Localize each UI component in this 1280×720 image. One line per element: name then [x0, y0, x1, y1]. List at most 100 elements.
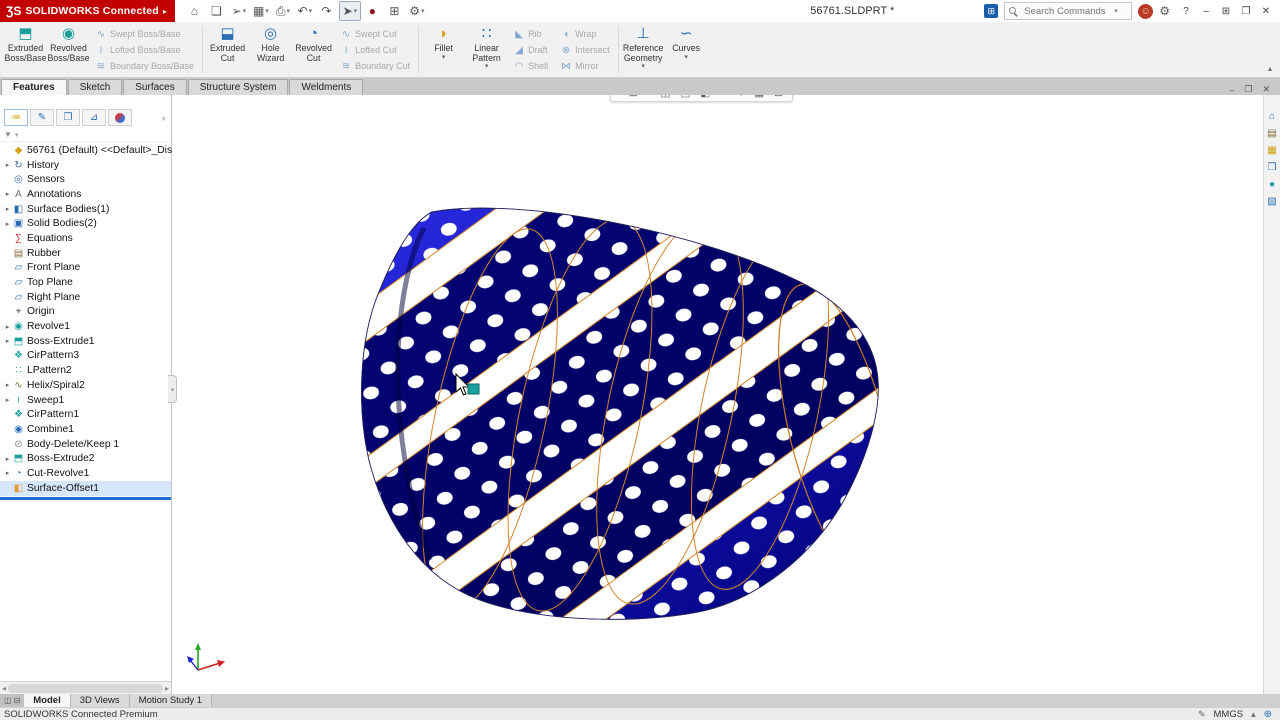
zoom-fit-icon[interactable]: ⌖	[616, 95, 623, 99]
fillet-button[interactable]: ◗ Fillet ▾	[422, 23, 465, 76]
panel-expand-button[interactable]: ›	[162, 113, 169, 123]
tree-item[interactable]: ▸ A Annotations	[0, 187, 171, 202]
rollback-bar[interactable]	[0, 497, 171, 500]
tree-item[interactable]: ▸ ⬒ Boss-Extrude2	[0, 451, 171, 466]
linear-pattern-caret-icon[interactable]: ▾	[485, 63, 489, 70]
select-tool-icon[interactable]: ➤▾	[339, 1, 361, 21]
settings-gear-icon[interactable]: ⚙	[1159, 4, 1170, 18]
tree-item[interactable]: ▱ Front Plane	[0, 261, 171, 276]
3dexperience-icon[interactable]: ⊞	[984, 4, 998, 18]
dimxpertmanager-tab-icon[interactable]: ⊿	[82, 109, 106, 126]
tab-structure-system[interactable]: Structure System	[188, 79, 289, 95]
tree-filter-row[interactable]: ▼ ▾	[0, 128, 171, 142]
expand-arrow-icon[interactable]: ▸	[3, 323, 12, 331]
scrollbar-thumb[interactable]	[8, 684, 163, 693]
extruded-boss-base-button[interactable]: ⬒ Extruded Boss/Base	[4, 23, 47, 76]
boundary-boss-base-button[interactable]: ≋ Boundary Boss/Base	[92, 59, 197, 73]
save-icon[interactable]: ▦▾	[251, 2, 271, 20]
tree-item[interactable]: ◆ 56761 (Default) <<Default>_Display Sta…	[0, 143, 171, 158]
view-orientation-icon[interactable]: ⬒▾	[680, 95, 694, 99]
search-commands-box[interactable]: ▾	[1004, 2, 1132, 20]
revolved-boss-base-button[interactable]: ◉ Revolved Boss/Base	[47, 23, 90, 76]
appearances-icon[interactable]: ●	[1269, 179, 1275, 191]
minimize-button[interactable]: –	[1196, 1, 1216, 21]
rib-button[interactable]: ◣ Rib	[510, 27, 551, 41]
view-settings-icon[interactable]: ⊟▾	[774, 95, 787, 99]
tree-item[interactable]: ❖ CirPattern1	[0, 407, 171, 422]
propertymanager-tab-icon[interactable]: ✎	[30, 109, 54, 126]
open-document-icon[interactable]: ➢▾	[229, 2, 249, 20]
swept-boss-base-button[interactable]: ∿ Swept Boss/Base	[92, 27, 197, 41]
user-avatar[interactable]: ☺	[1138, 4, 1153, 19]
tab-3d-views[interactable]: 3D Views	[71, 694, 130, 707]
tree-item[interactable]: ❖ CirPattern3	[0, 349, 171, 364]
expand-arrow-icon[interactable]: ▸	[3, 220, 12, 228]
reference-geometry-button[interactable]: ⊥ Reference Geometry ▾	[622, 23, 665, 76]
doc-minimize-button[interactable]: –	[1229, 85, 1234, 95]
tree-item[interactable]: ▸ ▣ Solid Bodies(2)	[0, 216, 171, 231]
file-explorer-icon[interactable]: ▦	[1267, 145, 1276, 157]
section-view-icon[interactable]: ◫▾	[661, 95, 675, 99]
tab-motion-study-1[interactable]: Motion Study 1	[130, 694, 212, 707]
wrap-button[interactable]: ◖ Wrap	[557, 27, 613, 41]
tree-item[interactable]: ▸ ◔ Cut-Revolve1	[0, 466, 171, 481]
expand-arrow-icon[interactable]: ▸	[3, 455, 12, 463]
maximize-button[interactable]: ❐	[1236, 1, 1256, 21]
tree-item[interactable]: ▸ ◧ Surface Bodies(1)	[0, 202, 171, 217]
tree-item[interactable]: ◎ Sensors	[0, 172, 171, 187]
reference-geometry-caret-icon[interactable]: ▾	[641, 63, 645, 70]
expand-arrow-icon[interactable]: ▸	[3, 381, 12, 389]
expand-arrow-icon[interactable]: ▸	[3, 190, 12, 198]
tree-item[interactable]: ∷ LPattern2	[0, 363, 171, 378]
search-input[interactable]	[1022, 5, 1110, 18]
print-icon[interactable]: ⎙▾	[273, 2, 293, 20]
model-3d[interactable]	[350, 192, 895, 640]
tab-model[interactable]: Model	[24, 694, 70, 707]
graphics-viewport[interactable]: ⌖ ⊡ ↶ ◫▾ ⬒▾	[172, 95, 1263, 694]
tree-item[interactable]: ◧ Surface-Offset1	[0, 481, 171, 496]
design-library-icon[interactable]: ▤	[1267, 128, 1276, 140]
tree-item[interactable]: ▤ Rubber	[0, 246, 171, 261]
tab-surfaces[interactable]: Surfaces	[123, 79, 186, 95]
doc-restore-button[interactable]: ❐	[1244, 84, 1252, 95]
revolved-cut-button[interactable]: ◔ Revolved Cut	[292, 23, 335, 76]
featuremanager-tab-icon[interactable]: ≔	[4, 109, 28, 126]
curves-button[interactable]: ∽ Curves ▾	[665, 23, 708, 76]
tree-item[interactable]: ▸ ◉ Revolve1	[0, 319, 171, 334]
expand-arrow-icon[interactable]: ▸	[3, 469, 12, 477]
units-selector[interactable]: MMGS	[1214, 709, 1244, 720]
displaymanager-tab-icon[interactable]	[108, 109, 132, 126]
tree-item[interactable]: ▱ Top Plane	[0, 275, 171, 290]
tree-item[interactable]: ▸ ∿ Helix/Spiral2	[0, 378, 171, 393]
display-style-icon[interactable]: ◧▾	[700, 95, 714, 99]
view-palette-icon[interactable]: ❒	[1268, 162, 1277, 174]
previous-view-icon[interactable]: ↶	[645, 95, 655, 99]
tab-weldments[interactable]: Weldments	[289, 79, 363, 95]
scroll-left-icon[interactable]: ◂	[2, 684, 6, 693]
search-caret-icon[interactable]: ▾	[1114, 7, 1118, 15]
tree-item[interactable]: ⊘ Body-Delete/Keep 1	[0, 437, 171, 452]
tree-item[interactable]: ▸ ⬒ Boss-Extrude1	[0, 334, 171, 349]
tree-item[interactable]: ▸ ≀ Sweep1	[0, 393, 171, 408]
hole-wizard-button[interactable]: ◎ Hole Wizard	[249, 23, 292, 76]
tree-item[interactable]: ▸ ↻ History	[0, 158, 171, 173]
tab-sketch[interactable]: Sketch	[68, 79, 123, 95]
single-view-icon[interactable]: ⊟	[14, 696, 21, 705]
options-icon[interactable]: ⚙▾	[407, 2, 427, 20]
hide-show-items-icon[interactable]: ∞▾	[720, 95, 732, 99]
draft-button[interactable]: ◢ Draft	[510, 43, 551, 57]
boundary-cut-button[interactable]: ≋ Boundary Cut	[337, 59, 413, 73]
tree-item[interactable]: ◉ Combine1	[0, 422, 171, 437]
curves-caret-icon[interactable]: ▾	[684, 54, 688, 61]
new-document-icon[interactable]: ❏	[207, 2, 227, 20]
expand-arrow-icon[interactable]: ▸	[3, 161, 12, 169]
zoom-area-icon[interactable]: ⊡	[629, 95, 639, 99]
resources-icon[interactable]: ⌂	[1269, 111, 1275, 123]
tree-item[interactable]: ⌖ Origin	[0, 305, 171, 320]
tree-item[interactable]: ∑ Equations	[0, 231, 171, 246]
tree-horizontal-scrollbar[interactable]: ◂ ▸	[0, 681, 171, 694]
scroll-right-icon[interactable]: ▸	[165, 684, 169, 693]
custom-properties-icon[interactable]: ▧	[1267, 196, 1276, 208]
window-layout-button[interactable]: ⊞	[1216, 1, 1236, 21]
apply-scene-icon[interactable]: ▦▾	[754, 95, 768, 99]
